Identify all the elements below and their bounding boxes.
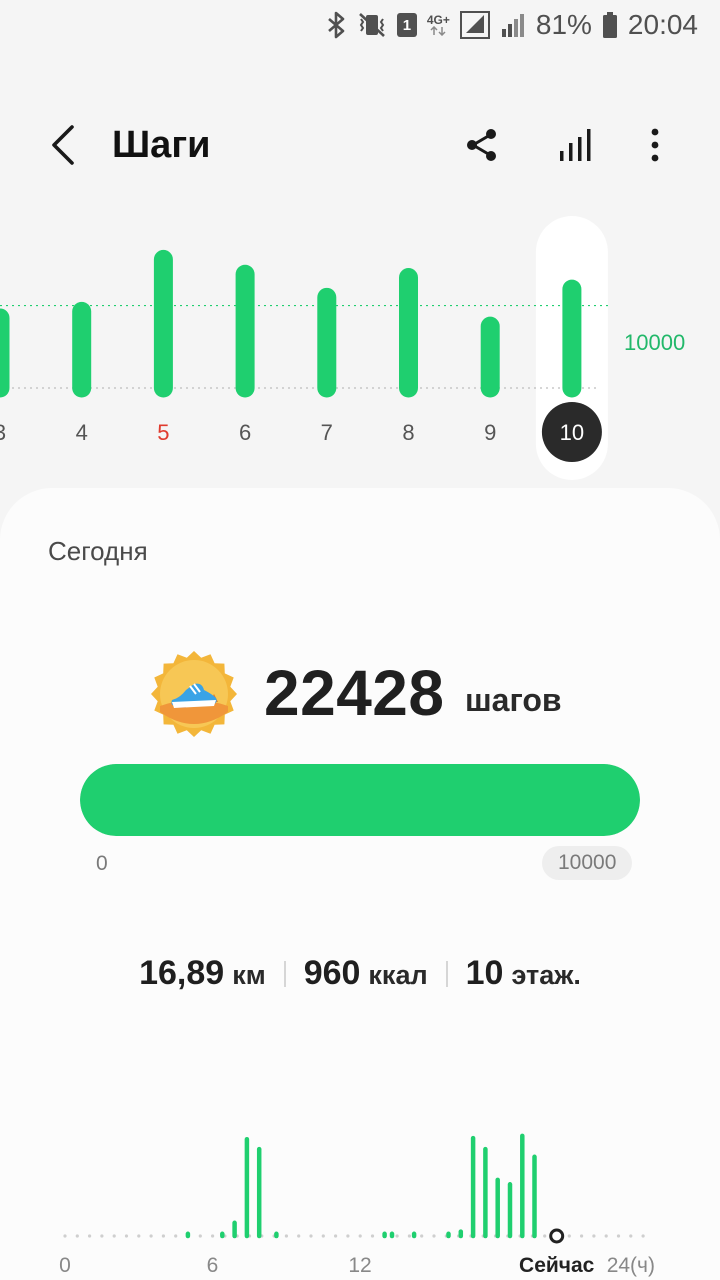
baseline-dot	[63, 1234, 67, 1238]
baseline-dot	[580, 1234, 584, 1238]
hour-tick-label: Сейчас	[519, 1254, 595, 1277]
baseline-dot	[321, 1234, 325, 1238]
baseline-dot	[100, 1234, 104, 1238]
baseline-dot	[407, 1234, 411, 1238]
baseline-dot	[543, 1234, 547, 1238]
sim-1-icon: 1	[396, 13, 417, 37]
day-label-6[interactable]: 6	[239, 420, 251, 445]
day-label-3[interactable]: 3	[0, 420, 6, 445]
day-label-5[interactable]: 5	[157, 420, 169, 445]
baseline-dot	[284, 1234, 288, 1238]
baseline-dot	[211, 1234, 215, 1238]
day-label-8[interactable]: 8	[402, 420, 414, 445]
share-icon	[467, 129, 496, 161]
page-title: Шаги	[112, 124, 211, 166]
progress-min-label: 0	[96, 852, 108, 875]
baseline-dot	[346, 1234, 350, 1238]
day-label-10[interactable]: 10	[560, 420, 584, 445]
distance-unit: км	[232, 960, 266, 990]
sneaker-badge-icon	[151, 651, 237, 737]
bar-chart-icon	[560, 129, 591, 161]
calories-unit: ккал	[368, 960, 428, 990]
floors-value: 10	[465, 954, 504, 992]
baseline-dot	[432, 1234, 436, 1238]
steps-progress-fill	[80, 764, 640, 836]
hour-tick-label: 12	[348, 1254, 371, 1277]
battery-percent: 81%	[535, 9, 592, 40]
stats-row: 16,89 км 960 ккал 10 этаж.	[0, 954, 720, 993]
baseline-dot	[174, 1234, 178, 1238]
baseline-dot	[334, 1234, 338, 1238]
calories-stat: 960 ккал	[286, 954, 446, 993]
baseline-dot	[149, 1234, 153, 1238]
floors-unit: этаж.	[511, 960, 581, 990]
today-card: Сегодня 22428 шагов 0 10000 16,89 км 960…	[0, 488, 720, 1280]
trends-button[interactable]	[551, 120, 601, 170]
hourly-steps-chart[interactable]: 0 6 12 Сейчас 24(ч)	[0, 1078, 720, 1280]
steps-count: 22428	[264, 657, 445, 729]
day-label-9[interactable]: 9	[484, 420, 496, 445]
weekly-steps-svg: 3 4 5 6 7 8 9 10	[0, 216, 610, 480]
day-label-4[interactable]: 4	[76, 420, 88, 445]
day-label-7[interactable]: 7	[321, 420, 333, 445]
baseline-dot	[124, 1234, 129, 1238]
steps-progress-bar[interactable]	[80, 764, 640, 836]
baseline-dot	[88, 1234, 92, 1238]
floors-stat: 10 этаж.	[448, 954, 599, 993]
now-marker	[549, 1228, 565, 1244]
back-button[interactable]	[40, 120, 86, 170]
weekly-steps-chart[interactable]: 3 4 5 6 7 8 9 10 10000	[0, 210, 720, 490]
app-header: Шаги	[0, 110, 720, 180]
baseline-dot	[395, 1234, 399, 1238]
battery-icon	[602, 11, 618, 39]
baseline-dot	[629, 1234, 633, 1238]
goal-line-label: 10000	[624, 330, 686, 355]
baseline-dot	[75, 1234, 79, 1238]
clock: 20:04	[627, 9, 698, 40]
baseline-dot	[604, 1234, 608, 1238]
more-options-button[interactable]	[630, 120, 680, 170]
baseline-dot	[358, 1234, 362, 1238]
baseline-dot	[616, 1234, 621, 1238]
back-arrow-icon	[52, 125, 74, 165]
share-button[interactable]	[457, 120, 507, 170]
baseline-dot	[137, 1234, 141, 1238]
baseline-dot	[161, 1234, 165, 1238]
more-vert-icon	[651, 128, 659, 162]
signal-1-icon	[459, 11, 490, 39]
distance-stat: 16,89 км	[121, 954, 284, 993]
hourly-steps-svg: 0 6 12 Сейчас 24(ч)	[59, 1133, 655, 1277]
baseline-dot	[592, 1234, 596, 1238]
baseline-dot	[370, 1234, 375, 1238]
today-label: Сегодня	[48, 536, 148, 566]
baseline-dot	[420, 1234, 424, 1238]
calories-value: 960	[303, 954, 361, 992]
vibrate-icon	[357, 11, 387, 39]
status-bar: 1 4G+ 81% 20:04	[0, 0, 720, 50]
distance-value: 16,89	[139, 954, 225, 992]
hour-tick-label: 0	[59, 1254, 71, 1277]
baseline-dot	[309, 1234, 313, 1238]
baseline-dot	[641, 1234, 645, 1238]
baseline-dot	[198, 1234, 202, 1238]
hour-tick-label: 6	[207, 1254, 219, 1277]
baseline-dot	[567, 1234, 571, 1238]
steps-unit: шагов	[465, 682, 562, 718]
progress-goal-label[interactable]: 10000	[542, 846, 633, 880]
baseline-dot	[297, 1234, 301, 1238]
network-4g-icon: 4G+	[427, 14, 450, 36]
bluetooth-icon	[325, 11, 347, 39]
network-label: 4G+	[426, 13, 450, 27]
hour-tick-label: 24(ч)	[607, 1254, 655, 1277]
signal-2-icon	[500, 11, 526, 39]
baseline-dot	[112, 1234, 116, 1238]
